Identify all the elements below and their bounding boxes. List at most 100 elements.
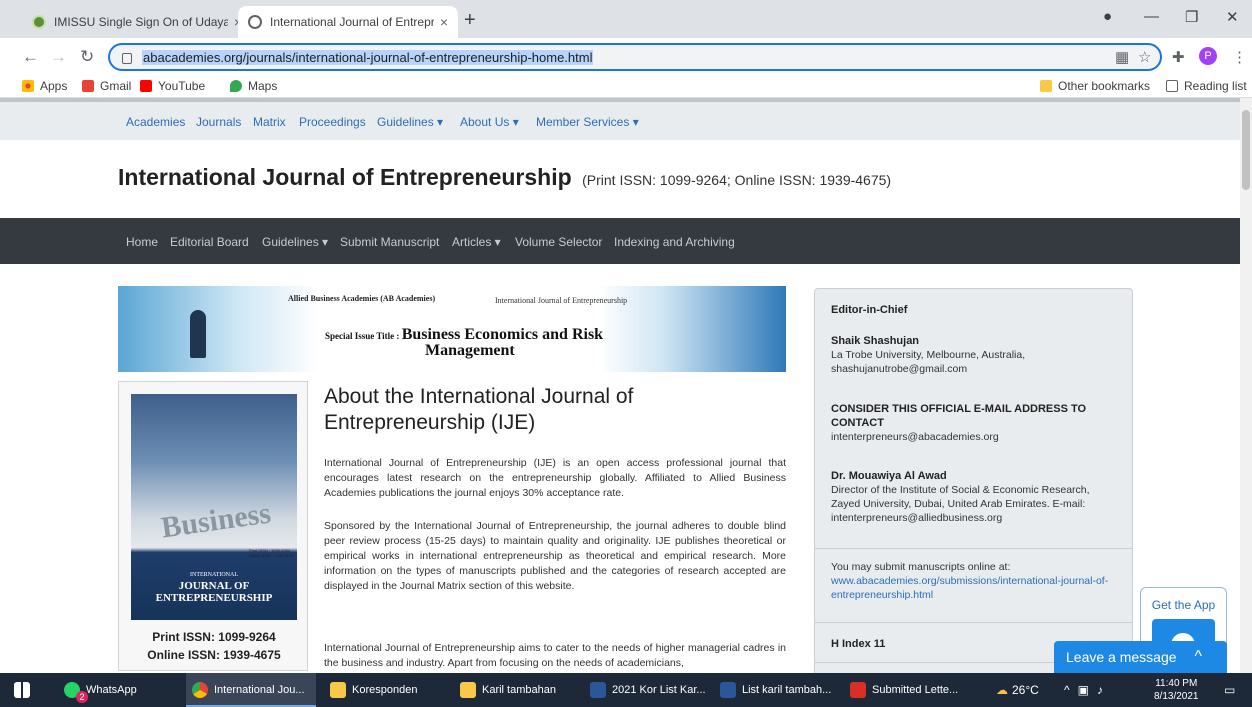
bookmarks-bar: Apps Gmail YouTube Maps Other bookmarks … <box>0 76 1252 98</box>
clock[interactable]: 11:40 PM 8/13/2021 <box>1154 673 1199 707</box>
nav-academies[interactable]: Academies <box>126 115 185 129</box>
whatsapp-badge: 2 <box>76 691 88 703</box>
chrome-icon <box>192 682 208 698</box>
leave-message-button[interactable]: Leave a message ^ <box>1054 641 1227 673</box>
back-icon[interactable]: ← <box>22 47 39 67</box>
extensions-icon[interactable]: ✚ <box>1172 48 1185 66</box>
taskbar-koresponden[interactable]: Koresponden <box>330 673 448 707</box>
gmail-icon <box>82 80 94 92</box>
nav-matrix[interactable]: Matrix <box>253 115 286 129</box>
other-bookmarks[interactable]: Other bookmarks <box>1040 79 1150 93</box>
new-tab-button[interactable]: + <box>464 9 476 32</box>
maximize-icon[interactable]: ❐ <box>1185 8 1198 26</box>
reload-icon[interactable]: ↻ <box>80 47 94 67</box>
official-email-block: CONSIDER THIS OFFICIAL E-MAIL ADDRESS TO… <box>831 402 1121 444</box>
taskbar-karil-tambahan[interactable]: Karil tambahan <box>460 673 580 707</box>
banner-journal: International Journal of Entrepreneurshi… <box>495 296 628 305</box>
window-close-icon[interactable]: ✕ <box>1226 8 1239 26</box>
editor-email[interactable]: shashujanutrobe@gmail.com <box>831 363 967 375</box>
tab-title: International Journal of Entrepre <box>270 15 434 29</box>
taskbar-whatsapp[interactable]: 2 WhatsApp <box>64 673 176 707</box>
taskbar-word-1[interactable]: 2021 Kor List Kar... <box>590 673 710 707</box>
about-heading: About the International Journal of Entre… <box>324 385 634 434</box>
minimize-icon[interactable]: — <box>1144 8 1159 25</box>
forward-icon[interactable]: → <box>50 47 67 67</box>
scroll-thumb[interactable] <box>1242 110 1250 190</box>
bookmark-youtube[interactable]: YouTube <box>140 79 205 93</box>
submit-text: You may submit manuscripts online at: <box>831 561 1011 573</box>
about-paragraph-1: International Journal of Entrepreneurshi… <box>324 457 786 499</box>
journal-nav: Home Editorial Board Guidelines ▾ Submit… <box>0 218 1240 264</box>
nav-editorial-board[interactable]: Editorial Board <box>170 235 249 249</box>
tab-ije[interactable]: International Journal of Entrepre × <box>238 6 458 38</box>
profile-dot-icon[interactable]: ● <box>1103 8 1112 25</box>
reading-list[interactable]: Reading list <box>1166 79 1247 93</box>
cover-international: INTERNATIONAL <box>190 572 238 578</box>
journal-cover-image[interactable]: Business Print ISSN : 1099-9264 Online I… <box>131 394 297 620</box>
bookmark-apps[interactable]: Apps <box>22 79 67 93</box>
menu-icon[interactable]: ⋮ <box>1232 48 1247 66</box>
special-issue-banner[interactable]: Allied Business Academies (AB Academies)… <box>118 286 786 372</box>
nav-articles[interactable]: Articles ▾ <box>452 235 501 249</box>
nav-submit-manuscript[interactable]: Submit Manuscript <box>340 235 439 249</box>
apps-grid-icon <box>22 80 34 92</box>
journal-cover-card: Business Print ISSN : 1099-9264 Online I… <box>118 381 308 671</box>
nav-member-services[interactable]: Member Services ▾ <box>536 115 639 129</box>
bookmark-gmail[interactable]: Gmail <box>82 79 131 93</box>
address-bar[interactable]: abacademies.org/journals/international-j… <box>108 43 1162 71</box>
banner-publisher: Allied Business Academies (AB Academies) <box>288 294 436 303</box>
reading-list-icon <box>1166 80 1178 92</box>
web-page: Academies Journals Matrix Proceedings Gu… <box>0 98 1240 673</box>
nav-guidelines[interactable]: Guidelines ▾ <box>377 115 443 129</box>
editor-name: Shaik Shashujan <box>831 335 920 347</box>
co-editor-block: Dr. Mouawiya Al Awad Director of the Ins… <box>831 469 1121 525</box>
juggler-figure-icon <box>190 310 206 358</box>
journal-title: International Journal of Entrepreneurshi… <box>118 164 891 191</box>
windows-taskbar: 2 WhatsApp International Jou... Korespon… <box>0 673 1252 707</box>
tab-imissu[interactable]: IMISSU Single Sign On of Udayar × <box>22 6 252 38</box>
submission-link[interactable]: www.abacademies.org/submissions/internat… <box>831 575 1108 601</box>
folder-icon <box>460 682 476 698</box>
start-button[interactable] <box>14 673 48 707</box>
sidebar-divider <box>815 548 1132 549</box>
editor-label: Editor-in-Chief <box>831 304 908 316</box>
word-icon <box>590 682 606 698</box>
bookmark-maps[interactable]: Maps <box>230 79 277 93</box>
weather-icon: ☁ <box>996 683 1008 697</box>
volume-icon[interactable]: ♪ <box>1097 683 1103 697</box>
online-issn: Online ISSN: 1939-4675 <box>147 648 281 662</box>
globe-icon <box>248 15 262 29</box>
qr-code-icon[interactable]: ▦ <box>1115 48 1129 66</box>
nav-journal-guidelines[interactable]: Guidelines ▾ <box>262 235 328 249</box>
network-icon[interactable]: ▣ <box>1078 683 1089 697</box>
chevron-up-icon[interactable]: ^ <box>1064 683 1070 697</box>
tab-title: IMISSU Single Sign On of Udayar <box>54 15 228 29</box>
close-icon[interactable]: × <box>440 14 448 30</box>
nav-indexing[interactable]: Indexing and Archiving <box>614 235 735 249</box>
nav-volume-selector[interactable]: Volume Selector <box>515 235 602 249</box>
official-email[interactable]: intenterpreneurs@abacademies.org <box>831 431 999 443</box>
notifications-icon[interactable]: ▭ <box>1224 673 1235 707</box>
site-top-nav: Academies Journals Matrix Proceedings Gu… <box>0 98 1240 140</box>
official-email-heading: CONSIDER THIS OFFICIAL E-MAIL ADDRESS TO… <box>831 403 1087 429</box>
nav-home[interactable]: Home <box>126 235 158 249</box>
weather[interactable]: ☁ 26°C <box>996 673 1039 707</box>
editor-affiliation: La Trobe University, Melbourne, Australi… <box>831 349 1026 361</box>
cover-mini-issn: Print ISSN : 1099-9264 Online ISSN : 193… <box>249 548 294 558</box>
page-scrollbar[interactable] <box>1240 98 1252 673</box>
h-index: H Index 11 <box>831 638 886 650</box>
word-icon <box>720 682 736 698</box>
bookmark-star-icon[interactable]: ☆ <box>1138 48 1151 66</box>
about-paragraph-2: Sponsored by the International Journal o… <box>324 520 786 592</box>
profile-avatar[interactable]: P <box>1199 47 1217 65</box>
taskbar-pdf[interactable]: Submitted Lette... <box>850 673 970 707</box>
editor-sidebar: Editor-in-Chief Shaik Shashujan La Trobe… <box>814 288 1133 673</box>
nav-about-us[interactable]: About Us ▾ <box>460 115 519 129</box>
nav-journals[interactable]: Journals <box>196 115 241 129</box>
taskbar-word-2[interactable]: List karil tambah... <box>720 673 840 707</box>
co-editor-name: Dr. Mouawiya Al Awad <box>831 470 947 482</box>
nav-proceedings[interactable]: Proceedings <box>299 115 366 129</box>
taskbar-chrome[interactable]: International Jou... <box>186 673 316 707</box>
url-text[interactable]: abacademies.org/journals/international-j… <box>142 49 594 65</box>
windows-logo-icon <box>14 682 30 698</box>
